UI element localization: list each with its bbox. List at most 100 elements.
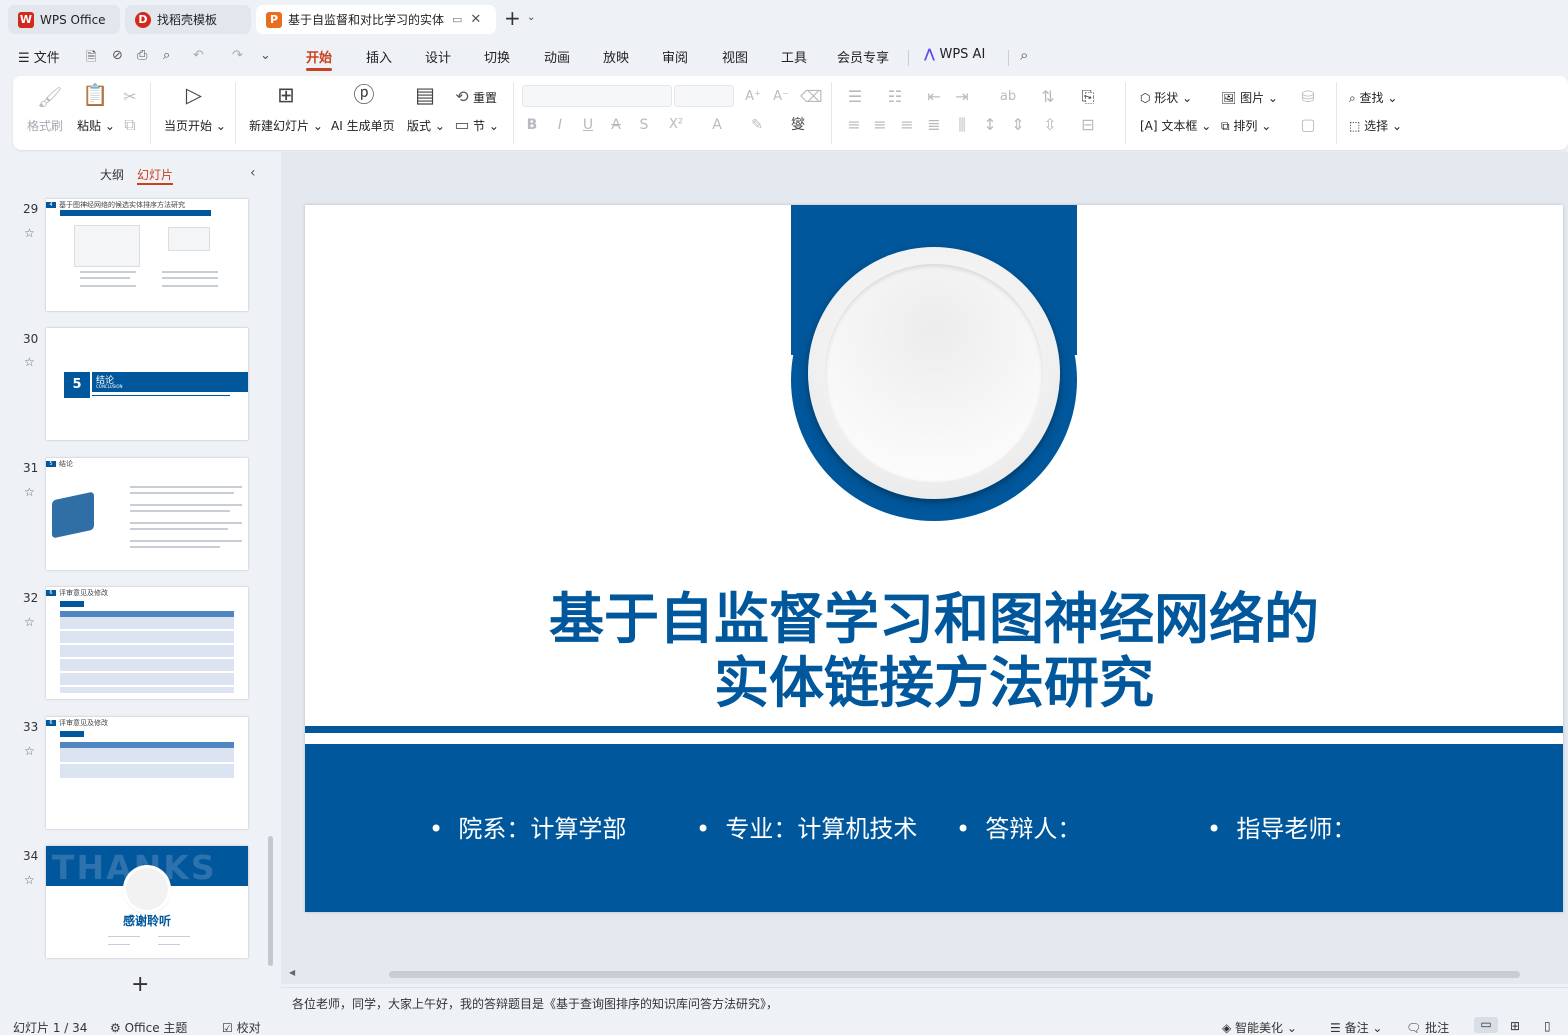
beautify-button[interactable]: ◈ 智能美化 ⌄ (1222, 1019, 1297, 1035)
increase-font-icon[interactable]: A⁺ (744, 88, 762, 106)
screen-icon[interactable]: ▭ (452, 13, 462, 26)
star-icon[interactable]: ☆ (24, 615, 35, 629)
star-icon[interactable]: ☆ (24, 355, 35, 369)
wps-ai-button[interactable]: ⋀ WPS AI (924, 47, 985, 62)
sort-icon[interactable]: ⇅ (1039, 88, 1057, 106)
menu-slideshow[interactable]: 放映 (603, 47, 629, 66)
font-size-select[interactable] (674, 85, 734, 107)
grid-view-icon[interactable]: ⊞ (1510, 1019, 1520, 1033)
find-button[interactable]: ⌕ 查找 ⌄ (1349, 89, 1397, 106)
current-slide[interactable]: 基于自监督学习和图神经网络的 实体链接方法研究 • 院系：计算学部 • 专业：计… (305, 205, 1563, 912)
cut-icon[interactable]: ✂ (121, 88, 139, 106)
notes-toggle-button[interactable]: ☰ 备注 ⌄ (1330, 1019, 1382, 1035)
new-slide-button[interactable]: 新建幻灯片 ⌄ (249, 117, 323, 134)
italic-icon[interactable]: I (552, 116, 568, 134)
fill-icon[interactable]: ⛁ (1293, 88, 1323, 106)
decrease-font-icon[interactable]: A⁻ (772, 88, 790, 106)
more-icon[interactable]: ⌄ (260, 48, 271, 63)
increase-indent-icon[interactable]: ⇥ (953, 88, 971, 106)
shape-button[interactable]: ⬡ 形状 ⌄ (1140, 89, 1192, 106)
slide-thumbnail-31[interactable]: 5 结论 (46, 458, 248, 570)
export-icon[interactable]: ⊘ (112, 48, 123, 63)
theme-button[interactable]: ⚙ Office 主题 (110, 1019, 187, 1035)
panel-scrollbar[interactable] (268, 836, 273, 966)
close-icon[interactable]: ✕ (470, 12, 481, 27)
tab-docer[interactable]: D 找稻壳模板 (125, 5, 251, 34)
distribute-icon[interactable]: ⫼ (953, 116, 971, 134)
format-painter-button[interactable]: 格式刷 (27, 117, 63, 134)
undo-icon[interactable]: ↶ (193, 48, 204, 63)
bullet-list-icon[interactable]: ☰ (845, 88, 865, 106)
strikethrough-icon[interactable]: A (608, 116, 624, 134)
outline-tab[interactable]: 大纲 (100, 166, 124, 183)
section-button[interactable]: 节 ⌄ (473, 117, 499, 134)
ai-single-page-button[interactable]: AI 生成单页 (331, 117, 395, 134)
star-icon[interactable]: ☆ (24, 485, 35, 499)
menu-review[interactable]: 审阅 (662, 47, 688, 66)
star-icon[interactable]: ☆ (24, 873, 35, 887)
horizontal-scrollbar[interactable] (389, 971, 1520, 978)
slide-thumbnail-29[interactable]: 4 基于图神经网络的候选实体排序方法研究 (46, 199, 248, 311)
proofread-button[interactable]: ☑ 校对 (222, 1019, 261, 1035)
reset-button[interactable]: 重置 (473, 89, 497, 106)
slide-thumbnail-34[interactable]: THANKS 感谢聆听 (46, 846, 248, 958)
from-current-button[interactable]: 当页开始 ⌄ (164, 117, 226, 134)
picture-button[interactable]: 🖼 图片 ⌄ (1221, 89, 1278, 106)
star-icon[interactable]: ☆ (24, 226, 35, 240)
copy-icon[interactable]: ⧉ (121, 116, 139, 134)
textbox-button[interactable]: [A] 文本框 ⌄ (1140, 117, 1211, 134)
menu-animation[interactable]: 动画 (544, 47, 570, 66)
char-spacing-icon[interactable]: 燮 (786, 116, 810, 134)
menu-home[interactable]: 开始 (306, 47, 332, 66)
save-icon[interactable]: 🗎 (86, 48, 96, 70)
menu-design[interactable]: 设计 (425, 47, 451, 66)
search-icon[interactable]: ⌕ (1020, 46, 1028, 64)
align-center-icon[interactable]: ≡ (871, 116, 889, 134)
slide-thumbnail-32[interactable]: 6 评审意见及修改 (46, 587, 248, 699)
tab-presentation[interactable]: P 基于自监督和对比学习的实体 ▭ ✕ (256, 5, 496, 34)
file-menu[interactable]: ☰ 文件 (18, 47, 60, 66)
comments-button[interactable]: 🗨 批注 (1406, 1019, 1449, 1035)
superscript-icon[interactable]: X² (665, 116, 687, 134)
menu-view[interactable]: 视图 (722, 47, 748, 66)
text-align-icon[interactable]: ⊟ (1079, 116, 1097, 134)
menu-member[interactable]: 会员专享 (837, 47, 889, 66)
add-slide-icon[interactable]: + (131, 974, 149, 996)
scroll-left-icon[interactable]: ◀ (289, 968, 295, 977)
select-button[interactable]: ⬚ 选择 ⌄ (1349, 117, 1402, 134)
print-icon[interactable]: ⎙ (137, 48, 147, 63)
text-direction-icon[interactable]: ⇳ (1041, 116, 1059, 134)
highlight-icon[interactable]: ✎ (746, 116, 768, 134)
collapse-panel-icon[interactable]: ‹ (250, 165, 256, 181)
paragraph-spacing-icon[interactable]: ⇕ (1009, 116, 1027, 134)
speaker-notes[interactable]: 各位老师，同学，大家上午好，我的答辩题目是《基于查询图排序的知识库问答方法研究》… (281, 987, 1568, 1014)
tab-wps-office[interactable]: W WPS Office (8, 5, 120, 34)
menu-tools[interactable]: 工具 (781, 47, 807, 66)
slide-thumbnail-33[interactable]: 6 评审意见及修改 (46, 717, 248, 829)
text-case-icon[interactable]: ab (999, 88, 1017, 106)
arrange-button[interactable]: ⧉ 排列 ⌄ (1221, 117, 1271, 134)
font-color-icon[interactable]: A (706, 116, 728, 134)
new-tab-icon[interactable]: + (504, 8, 521, 28)
menu-insert[interactable]: 插入 (366, 47, 392, 66)
text-shadow-icon[interactable]: S (636, 116, 652, 134)
layout-button[interactable]: 版式 ⌄ (407, 117, 445, 134)
decrease-indent-icon[interactable]: ⇤ (925, 88, 943, 106)
convert-icon[interactable]: ⎘ (1079, 88, 1097, 106)
print-preview-icon[interactable]: ⌕ (163, 48, 170, 63)
justify-icon[interactable]: ≣ (925, 116, 943, 134)
chevron-down-icon[interactable]: ⌄ (527, 12, 535, 23)
paste-button[interactable]: 粘贴 ⌄ (77, 117, 115, 134)
bold-icon[interactable]: B (524, 116, 540, 134)
line-spacing-icon[interactable]: ↕ (981, 116, 999, 134)
slide-thumbnail-30[interactable]: 5 结论 CONCLUSION (46, 328, 248, 440)
align-right-icon[interactable]: ≡ (898, 116, 916, 134)
align-left-icon[interactable]: ≡ (845, 116, 863, 134)
outline-icon[interactable]: ▢ (1293, 116, 1323, 134)
star-icon[interactable]: ☆ (24, 744, 35, 758)
numbered-list-icon[interactable]: ☷ (885, 88, 905, 106)
redo-icon[interactable]: ↷ (232, 48, 243, 63)
normal-view-icon[interactable]: ▭ (1474, 1017, 1498, 1033)
underline-icon[interactable]: U (580, 116, 596, 134)
menu-transition[interactable]: 切换 (484, 47, 510, 66)
